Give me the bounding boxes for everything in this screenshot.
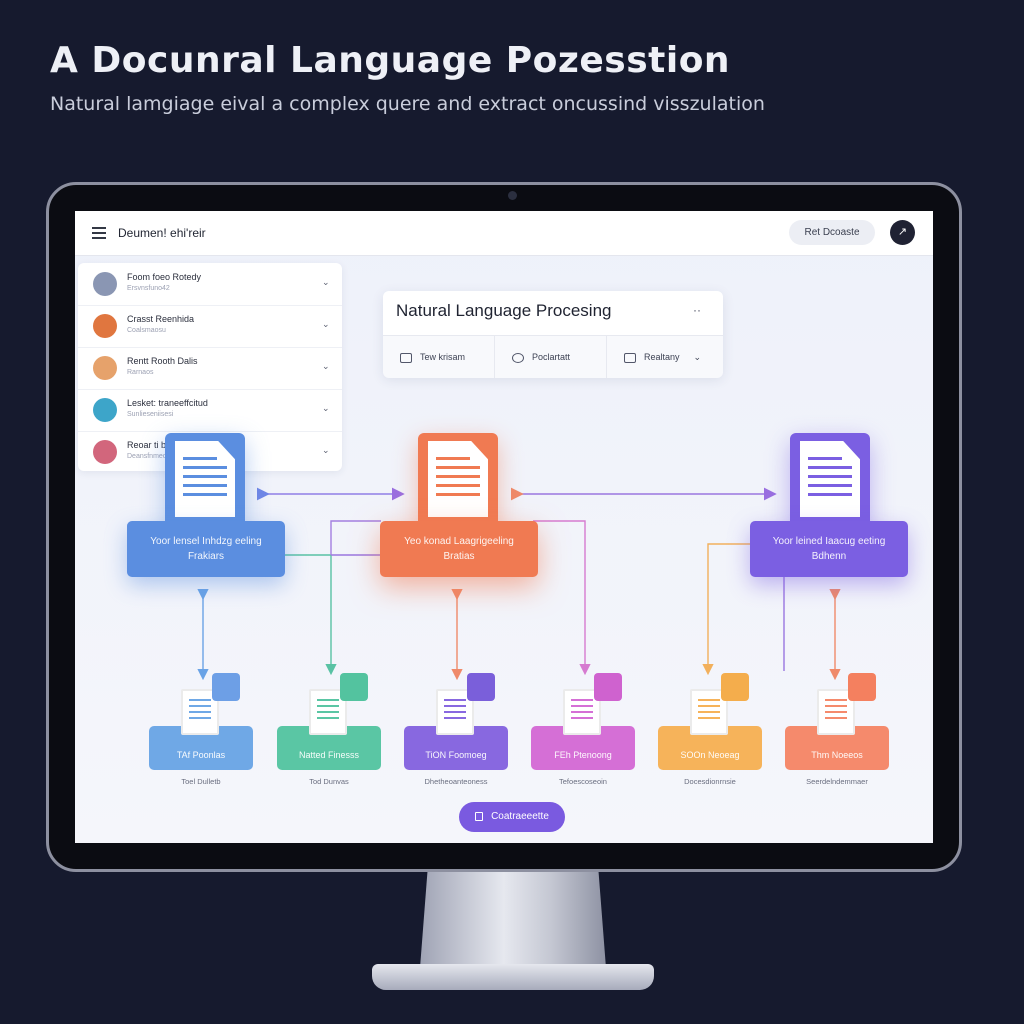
list-item-subtitle: Ersvnsfuno42: [127, 285, 170, 292]
output-caption: Docesdionrnsie: [684, 777, 736, 786]
text-line: [436, 493, 480, 496]
tab-settings[interactable]: Realtany ⌄: [607, 336, 723, 378]
page-headline: A Docunral Language Pozesstion: [50, 40, 731, 81]
pipeline-node-3[interactable]: Yoor leined Iaacug eeting Bdhenn: [750, 521, 908, 577]
list-item-subtitle: Rarnaos: [127, 369, 154, 376]
text-line: [808, 457, 842, 460]
text-line: [436, 484, 480, 487]
text-line: [436, 466, 480, 469]
more-icon[interactable]: ··: [693, 303, 701, 317]
output-caption: Seerdelndemmaer: [806, 777, 868, 786]
avatar: [93, 398, 117, 422]
nlp-panel: Natural Language Procesing ·· Tew krisam…: [383, 291, 723, 378]
tab-label: Realtany: [644, 352, 680, 362]
list-item[interactable]: Lesket: traneeffcitud Sunlieseniisesi ⌄: [78, 389, 342, 432]
paper-sheet: [800, 441, 860, 517]
list-item[interactable]: Rentt Rooth Dalis Rarnaos ⌄: [78, 347, 342, 390]
output-caption: Toel Dulletb: [181, 777, 221, 786]
text-line: [808, 466, 852, 469]
document-icon: [400, 352, 412, 363]
list-item-subtitle: Sunlieseniisesi: [127, 411, 174, 418]
save-icon: [475, 811, 484, 821]
pipeline-node-1[interactable]: Yoor lensel Inhdzg eeling Frakiars: [127, 521, 285, 577]
chevron-down-icon[interactable]: ⌄: [322, 319, 330, 330]
paper-sheet: [428, 441, 488, 517]
chevron-down-icon[interactable]: ⌄: [322, 361, 330, 372]
list-item-title: Crasst Reenhida: [127, 314, 195, 324]
pipeline-node-2[interactable]: Yeo konad Laagrigeeling Bratias: [380, 521, 538, 577]
settings-icon: [624, 352, 636, 363]
page-subheadline: Natural lamgiage eival a complex quere a…: [50, 93, 765, 115]
avatar: [93, 440, 117, 464]
tab-text[interactable]: Tew krisam: [383, 336, 495, 378]
text-line: [183, 493, 227, 496]
list-icon: [848, 673, 876, 701]
list-item[interactable]: Foom foeo Rotedy Ersvnsfuno42 ⌄: [78, 263, 342, 306]
app-screen: Deumen! ehi'reir Ret Dcoaste ↗ Foom foeo…: [75, 211, 933, 843]
tab-label: Tew krisam: [420, 352, 466, 362]
chevron-down-icon[interactable]: ⌄: [322, 445, 330, 456]
output-caption: Dhetheoanteoness: [424, 777, 488, 786]
chat-icon: [512, 352, 524, 363]
text-line: [808, 493, 852, 496]
list-item[interactable]: Crasst Reenhida Coalsmaosu ⌄: [78, 305, 342, 348]
document-icon: [165, 433, 245, 533]
edit-icon: [594, 673, 622, 701]
primary-action-button[interactable]: Coatraeeette: [459, 802, 565, 832]
list-icon: [212, 673, 240, 701]
list-item-subtitle: Coalsmaosu: [127, 327, 166, 334]
avatar: [93, 272, 117, 296]
paper-sheet: [175, 441, 235, 517]
text-line: [808, 475, 852, 478]
list-icon: [721, 673, 749, 701]
text-line: [183, 484, 227, 487]
list-item-title: Rentt Rooth Dalis: [127, 356, 198, 366]
text-line: [436, 457, 470, 460]
cta-label: Coatraeeette: [491, 811, 549, 822]
list-item-title: Lesket: traneeffcitud: [127, 398, 208, 408]
nlp-tab-bar: Tew krisam Poclartatt Realtany ⌄: [383, 335, 723, 378]
document-icon: [418, 433, 498, 533]
chevron-down-icon[interactable]: ⌄: [322, 403, 330, 414]
text-line: [183, 466, 227, 469]
text-line: [183, 457, 217, 460]
text-line: [183, 475, 227, 478]
monitor-base: [372, 964, 654, 990]
avatar: [93, 314, 117, 338]
output-caption: Tefoescoseoin: [559, 777, 607, 786]
monitor-camera: [508, 191, 517, 200]
monitor-stand: [420, 872, 606, 968]
list-item-title: Foom foeo Rotedy: [127, 272, 202, 282]
tab-chat[interactable]: Poclartatt: [495, 336, 607, 378]
text-line: [436, 475, 480, 478]
chevron-down-icon[interactable]: ⌄: [322, 277, 330, 288]
output-caption: Tod Dunvas: [309, 777, 349, 786]
avatar: [93, 356, 117, 380]
image-icon: [340, 673, 368, 701]
chevron-down-icon: ⌄: [693, 352, 702, 362]
check-icon: [467, 673, 495, 701]
tab-label: Poclartatt: [532, 352, 571, 362]
nlp-panel-title: Natural Language Procesing: [396, 301, 612, 320]
text-line: [808, 484, 852, 487]
document-icon: [790, 433, 870, 533]
